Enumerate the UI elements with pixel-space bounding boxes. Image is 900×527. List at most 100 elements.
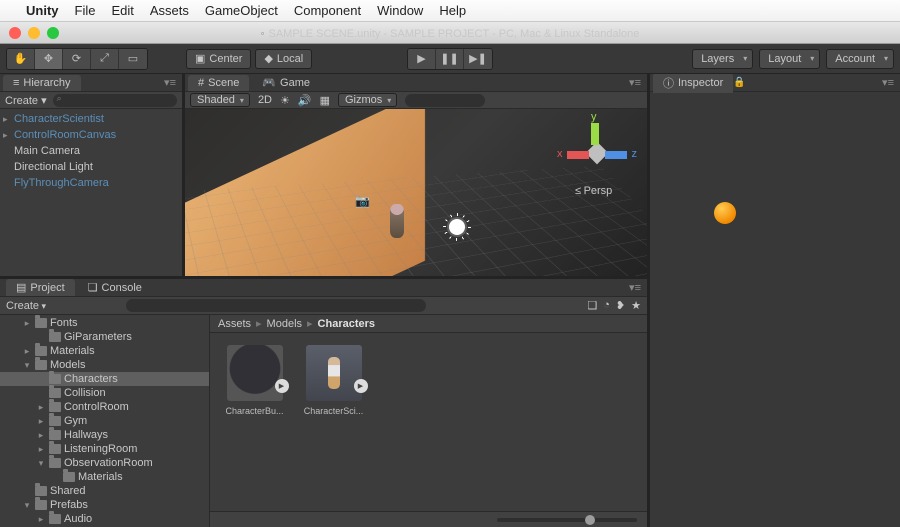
panel-menu-icon[interactable]: ▾≡ xyxy=(629,76,641,89)
panel-menu-icon[interactable]: ▾≡ xyxy=(629,281,641,294)
gizmos-dropdown[interactable]: Gizmos xyxy=(338,93,397,107)
project-tab[interactable]: ▤Project xyxy=(6,279,75,296)
menu-unity[interactable]: Unity xyxy=(26,3,59,18)
layout-dropdown[interactable]: Layout xyxy=(759,49,820,69)
fx-toggle-icon[interactable]: ▦ xyxy=(320,94,330,107)
preview-play-icon[interactable]: ▶ xyxy=(354,379,368,393)
hierarchy-item[interactable]: Main Camera xyxy=(0,143,182,159)
scene-viewport[interactable]: 📷 ≤ Persp xyxy=(185,109,647,276)
hand-tool-button[interactable]: ✋ xyxy=(7,49,35,69)
gizmo-z-axis[interactable] xyxy=(605,151,627,159)
asset-thumbnail: ▶ xyxy=(306,345,362,401)
mac-menubar[interactable]: Unity File Edit Assets GameObject Compon… xyxy=(0,0,900,22)
folder-item[interactable]: Collision xyxy=(0,386,209,400)
project-panel: ▤Project ❏Console ▾≡ Create ▾ ❑ ◔ ❥ ★ ▸F… xyxy=(0,279,647,527)
hierarchy-tree[interactable]: CharacterScientistControlRoomCanvasMain … xyxy=(0,109,182,276)
game-icon: 🎮 xyxy=(262,76,276,89)
asset-item[interactable]: ▶CharacterBu... xyxy=(222,345,287,416)
breadcrumb[interactable]: Assets▸ Models▸ Characters xyxy=(210,315,647,333)
hierarchy-search-input[interactable] xyxy=(53,94,177,107)
scene-tab[interactable]: #Scene xyxy=(188,75,249,91)
project-folder-tree[interactable]: ▸FontsGiParameters▸Materials▾ModelsChara… xyxy=(0,315,210,527)
orientation-gizmo[interactable]: ≤ Persp xyxy=(567,123,627,183)
gizmo-x-axis[interactable] xyxy=(567,151,589,159)
menu-assets[interactable]: Assets xyxy=(150,3,189,18)
shading-dropdown[interactable]: Shaded xyxy=(190,93,250,107)
project-footer xyxy=(210,511,647,527)
camera-icon: 📷 xyxy=(355,194,370,208)
panel-menu-icon[interactable]: ▾≡ xyxy=(882,76,894,89)
menu-file[interactable]: File xyxy=(75,3,96,18)
2d-toggle-button[interactable]: 2D xyxy=(258,94,272,106)
thumbnail-size-slider[interactable] xyxy=(497,518,637,522)
scale-tool-button[interactable]: ⤢ xyxy=(91,49,119,69)
move-tool-button[interactable]: ✥ xyxy=(35,49,63,69)
lighting-toggle-icon[interactable]: ☀ xyxy=(280,94,290,107)
lock-icon[interactable]: 🔒 xyxy=(733,77,745,88)
folder-item[interactable]: Materials xyxy=(0,470,209,484)
folder-item[interactable]: ▸Materials xyxy=(0,344,209,358)
rotate-tool-button[interactable]: ⟳ xyxy=(63,49,91,69)
folder-item[interactable]: ▸Hallways xyxy=(0,428,209,442)
menu-help[interactable]: Help xyxy=(439,3,466,18)
scene-search-input[interactable] xyxy=(405,94,485,107)
panel-menu-icon[interactable]: ▾≡ xyxy=(164,76,176,89)
scene-character[interactable] xyxy=(390,204,404,238)
folder-item[interactable]: Characters xyxy=(0,372,209,386)
filter-label-icon[interactable]: ❥ xyxy=(616,299,625,312)
gizmo-y-axis[interactable] xyxy=(591,123,599,145)
menu-gameobject[interactable]: GameObject xyxy=(205,3,278,18)
hierarchy-item[interactable]: FlyThroughCamera xyxy=(0,175,182,191)
asset-item[interactable]: ▶CharacterSci... xyxy=(301,345,366,416)
play-button[interactable]: ▶ xyxy=(408,49,436,69)
step-button[interactable]: ▶❚ xyxy=(464,49,492,69)
inspector-tab[interactable]: ⓘInspector xyxy=(653,73,733,93)
filter-type-icon[interactable]: ◔ xyxy=(603,299,610,312)
breadcrumb-item[interactable]: Assets xyxy=(218,318,251,330)
menu-edit[interactable]: Edit xyxy=(111,3,133,18)
folder-item[interactable]: ▾Models xyxy=(0,358,209,372)
hierarchy-item[interactable]: CharacterScientist xyxy=(0,111,182,127)
hierarchy-create-button[interactable]: Create ▾ xyxy=(5,94,47,107)
breadcrumb-item[interactable]: Characters xyxy=(318,318,375,330)
hierarchy-item[interactable]: ControlRoomCanvas xyxy=(0,127,182,143)
folder-item[interactable]: ▸ListeningRoom xyxy=(0,442,209,456)
pivot-local-button[interactable]: ◆Local xyxy=(255,49,312,69)
project-search-input[interactable] xyxy=(126,299,426,312)
project-assets-grid[interactable]: ▶CharacterBu...▶CharacterSci... xyxy=(210,333,647,511)
folder-icon xyxy=(35,346,47,356)
project-create-button[interactable]: Create ▾ xyxy=(6,300,46,312)
menu-component[interactable]: Component xyxy=(294,3,361,18)
hierarchy-tab[interactable]: ≡Hierarchy xyxy=(3,75,81,91)
folder-icon xyxy=(35,360,47,370)
folder-item[interactable]: Shared xyxy=(0,484,209,498)
folder-item[interactable]: ▸ControlRoom xyxy=(0,400,209,414)
folder-item[interactable]: ▸Audio xyxy=(0,512,209,526)
playback-controls: ▶ ❚❚ ▶❚ xyxy=(407,48,493,70)
console-tab[interactable]: ❏Console xyxy=(78,279,152,296)
pause-button[interactable]: ❚❚ xyxy=(436,49,464,69)
folder-item[interactable]: GiParameters xyxy=(0,330,209,344)
rect-tool-button[interactable]: ▭ xyxy=(119,49,147,69)
folder-item[interactable]: ▾ObservationRoom xyxy=(0,456,209,470)
audio-toggle-icon[interactable]: 🔊 xyxy=(298,94,312,107)
game-tab[interactable]: 🎮Game xyxy=(252,74,320,91)
breadcrumb-item[interactable]: Models xyxy=(267,318,302,330)
light-icon[interactable] xyxy=(449,219,465,235)
local-icon: ◆ xyxy=(264,52,272,65)
folder-item[interactable]: ▸Gym xyxy=(0,414,209,428)
hierarchy-item[interactable]: Directional Light xyxy=(0,159,182,175)
menu-window[interactable]: Window xyxy=(377,3,423,18)
projection-label[interactable]: ≤ Persp xyxy=(575,185,612,197)
folder-icon xyxy=(49,402,61,412)
layers-dropdown[interactable]: Layers xyxy=(692,49,753,69)
hierarchy-icon: ≡ xyxy=(13,77,19,89)
folder-icon xyxy=(35,318,47,328)
save-search-icon[interactable]: ❑ xyxy=(587,299,597,312)
pivot-center-button[interactable]: ▣Center xyxy=(186,49,251,69)
preview-play-icon[interactable]: ▶ xyxy=(275,379,289,393)
account-dropdown[interactable]: Account xyxy=(826,49,894,69)
folder-item[interactable]: ▸Fonts xyxy=(0,316,209,330)
favorites-icon[interactable]: ★ xyxy=(631,299,641,312)
folder-item[interactable]: ▾Prefabs xyxy=(0,498,209,512)
